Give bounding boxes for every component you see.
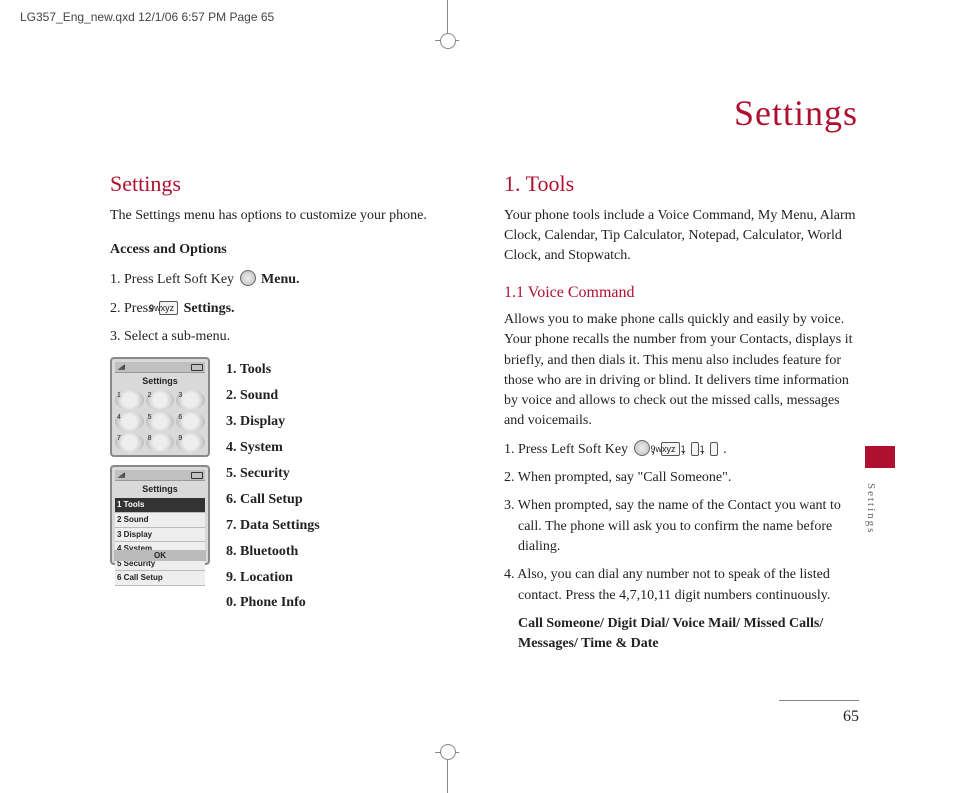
submenu-item: 1. Tools [226, 357, 320, 383]
submenu-item: 0. Phone Info [226, 590, 320, 616]
grid-icon: 7 [115, 433, 144, 452]
content-area: Settings The Settings menu has options t… [110, 168, 858, 662]
phone-screenshot-grid: Settings 1 2 3 4 5 6 7 8 9 [110, 357, 210, 457]
step-text-bold: Menu. [261, 272, 300, 287]
page-number: 65 [843, 708, 859, 726]
access-options-heading: Access and Options [110, 240, 464, 260]
grid-icon: 8 [146, 433, 175, 452]
tools-heading: 1. Tools [504, 168, 858, 200]
grid-icon: 2 [146, 390, 175, 409]
crop-mark [440, 744, 456, 760]
submenu-item: 4. System [226, 435, 320, 461]
list-item: 1 Tools [115, 498, 205, 513]
step-text-bold: Settings. [184, 301, 235, 316]
voice-command-heading: 1.1 Voice Command [504, 281, 858, 304]
crop-mark [440, 33, 456, 49]
grid-icon: 4 [115, 412, 144, 431]
access-step-2: 2. Press 9wxyz Settings. [110, 299, 464, 319]
right-column: 1. Tools Your phone tools include a Voic… [504, 168, 858, 662]
list-item: 3 Display [115, 528, 205, 543]
key-9wxyz-icon: 9wxyz [159, 301, 178, 315]
submenu-list: 1. Tools 2. Sound 3. Display 4. System 5… [226, 357, 320, 616]
submenu-item: 7. Data Settings [226, 513, 320, 539]
tools-intro: Your phone tools include a Voice Command… [504, 206, 858, 267]
access-step-3: 3. Select a sub-menu. [110, 327, 464, 347]
side-tab-color-block [865, 446, 895, 468]
key-1-icon: 1 [691, 442, 699, 456]
submenu-item: 8. Bluetooth [226, 539, 320, 565]
grid-icon: 1 [115, 390, 144, 409]
menu-row: Settings 1 2 3 4 5 6 7 8 9 Sett [110, 357, 464, 616]
grid-icon: 9 [176, 433, 205, 452]
ok-softkey-label: OK [114, 550, 206, 562]
list-item: 6 Call Setup [115, 571, 205, 586]
vc-step-2: 2. When prompted, say "Call Someone". [504, 468, 858, 488]
page-title: Settings [734, 92, 858, 134]
submenu-item: 2. Sound [226, 383, 320, 409]
list-item: 2 Sound [115, 513, 205, 528]
grid-icon: 6 [176, 412, 205, 431]
status-bar-icon [115, 362, 205, 373]
side-tab-label: Settings [865, 474, 877, 544]
step-text: 1. Press Left Soft Key [110, 272, 238, 287]
grid-icon: 3 [176, 390, 205, 409]
submenu-item: 9. Location [226, 565, 320, 591]
key-9wxyz-icon: 9wxyz [661, 442, 680, 456]
page-number-rule [779, 700, 859, 701]
settings-intro: The Settings menu has options to customi… [110, 206, 464, 226]
status-bar-icon [115, 470, 205, 481]
left-column: Settings The Settings menu has options t… [110, 168, 464, 662]
vc-step-3: 3. When prompted, say the name of the Co… [504, 496, 858, 557]
access-step-1: 1. Press Left Soft Key Menu. [110, 270, 464, 290]
soft-key-icon [240, 270, 256, 286]
submenu-item: 5. Security [226, 461, 320, 487]
screenshots-column: Settings 1 2 3 4 5 6 7 8 9 Sett [110, 357, 210, 616]
period: . [720, 442, 727, 457]
submenu-item: 3. Display [226, 409, 320, 435]
submenu-item: 6. Call Setup [226, 487, 320, 513]
voice-command-description: Allows you to make phone calls quickly a… [504, 310, 858, 432]
print-header-meta: LG357_Eng_new.qxd 12/1/06 6:57 PM Page 6… [20, 10, 274, 24]
vc-step-4: 4. Also, you can dial any number not to … [504, 565, 858, 606]
side-tab: Settings [865, 446, 895, 566]
settings-heading: Settings [110, 168, 464, 200]
screen-title: Settings [115, 375, 205, 388]
soft-key-icon [634, 440, 650, 456]
vc-step-1: 1. Press Left Soft Key , 9wxyz, 1 , 1 . [504, 440, 858, 460]
step-text: 1. Press Left Soft Key [504, 442, 632, 457]
vc-options-list: Call Someone/ Digit Dial/ Voice Mail/ Mi… [504, 614, 858, 655]
phone-screenshot-list: Settings 1 Tools 2 Sound 3 Display 4 Sys… [110, 465, 210, 565]
grid-icon: 5 [146, 412, 175, 431]
screen-title: Settings [115, 483, 205, 496]
key-1-icon: 1 [710, 442, 718, 456]
